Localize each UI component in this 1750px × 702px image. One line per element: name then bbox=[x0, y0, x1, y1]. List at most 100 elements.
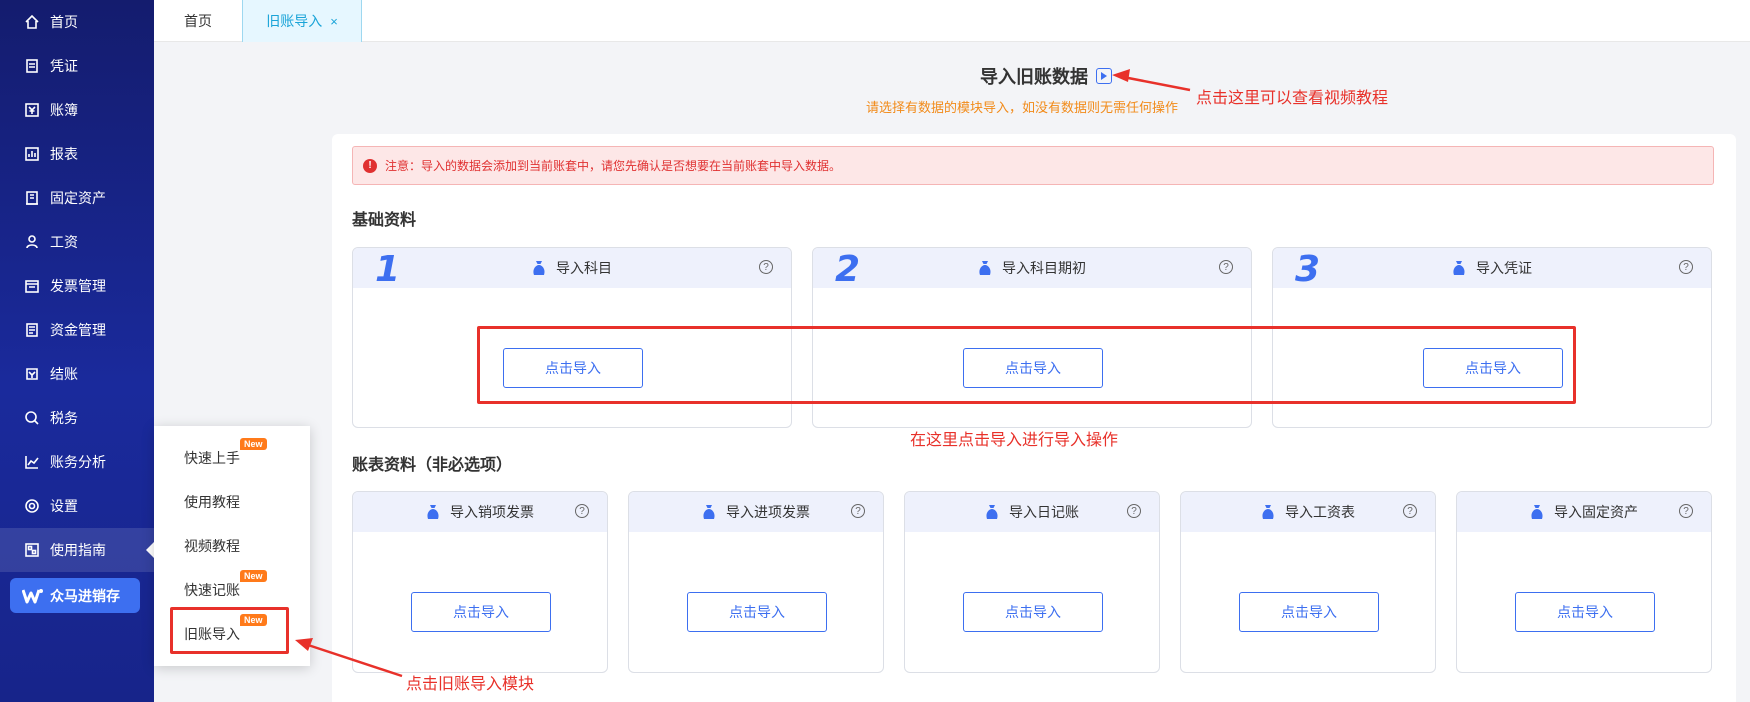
sidebar-item-label: 使用指南 bbox=[50, 542, 106, 558]
voucher-icon bbox=[24, 58, 40, 74]
arrow-to-video-icon bbox=[1112, 69, 1191, 92]
card-header: 导入工资表 ? bbox=[1181, 492, 1435, 532]
tab-bar: 首页 旧账导入 × bbox=[154, 0, 1750, 42]
money-bag-icon bbox=[979, 261, 991, 275]
card-import-sales-invoices: 导入销项发票 ? 点击导入 bbox=[352, 491, 608, 673]
closing-icon bbox=[24, 366, 40, 382]
sidebar-item-ledger[interactable]: 账簿 bbox=[0, 88, 154, 132]
warning-icon: ! bbox=[363, 158, 377, 173]
guide-menu-label: 使用教程 bbox=[184, 494, 240, 510]
card-title: 导入销项发票 bbox=[450, 504, 534, 520]
import-button[interactable]: 点击导入 bbox=[1239, 592, 1379, 632]
tab-old-account-import[interactable]: 旧账导入 × bbox=[242, 0, 362, 42]
section-title-basic: 基础资料 bbox=[352, 212, 417, 229]
sidebar-item-label: 凭证 bbox=[50, 58, 78, 74]
help-icon[interactable]: ? bbox=[1219, 260, 1233, 274]
close-icon[interactable]: × bbox=[330, 14, 338, 29]
sidebar: 首页 凭证 账簿 报表 固定资产 工资 发票管理 资金管理 结账 税务 账务分析 bbox=[0, 0, 154, 702]
help-icon[interactable]: ? bbox=[851, 504, 865, 518]
sidebar-item-label: 税务 bbox=[50, 410, 78, 426]
card-header: 导入日记账 ? bbox=[905, 492, 1159, 532]
card-title: 导入进项发票 bbox=[726, 504, 810, 520]
report-icon bbox=[24, 146, 40, 162]
card-import-payroll: 导入工资表 ? 点击导入 bbox=[1180, 491, 1436, 673]
sidebar-item-report[interactable]: 报表 bbox=[0, 132, 154, 176]
salary-icon bbox=[24, 234, 40, 250]
help-icon[interactable]: ? bbox=[1127, 504, 1141, 518]
tax-icon bbox=[24, 410, 40, 426]
tab-active-label: 旧账导入 bbox=[266, 13, 323, 29]
sidebar-item-guide[interactable]: 使用指南 bbox=[0, 528, 154, 572]
import-button[interactable]: 点击导入 bbox=[411, 592, 551, 632]
help-icon[interactable]: ? bbox=[575, 504, 589, 518]
step-number: 2 bbox=[835, 249, 861, 290]
sidebar-item-label: 工资 bbox=[50, 234, 78, 250]
money-bag-icon bbox=[1531, 505, 1543, 519]
sidebar-item-fund[interactable]: 资金管理 bbox=[0, 308, 154, 352]
import-button[interactable]: 点击导入 bbox=[687, 592, 827, 632]
sidebar-item-asset[interactable]: 固定资产 bbox=[0, 176, 154, 220]
help-icon[interactable]: ? bbox=[1679, 260, 1693, 274]
import-button[interactable]: 点击导入 bbox=[1515, 592, 1655, 632]
home-icon bbox=[24, 14, 40, 30]
sidebar-item-voucher[interactable]: 凭证 bbox=[0, 44, 154, 88]
ledger-icon bbox=[24, 102, 40, 118]
money-bag-icon bbox=[427, 505, 439, 519]
card-header: 3 导入凭证 ? bbox=[1273, 248, 1711, 290]
money-bag-icon bbox=[533, 261, 545, 275]
annotation-module-hint: 点击旧账导入模块 bbox=[406, 676, 535, 693]
section-title-optional: 账表资料（非必选项） bbox=[352, 457, 513, 474]
guide-menu-quick-start[interactable]: 快速上手 New bbox=[154, 436, 310, 480]
guide-menu-label: 快速上手 bbox=[184, 450, 240, 466]
sidebar-item-salary[interactable]: 工资 bbox=[0, 220, 154, 264]
guide-menu-quick-booking[interactable]: 快速记账 New bbox=[154, 568, 310, 612]
sidebar-item-label: 账务分析 bbox=[50, 454, 106, 470]
sidebar-item-label: 固定资产 bbox=[50, 190, 106, 206]
annotation-old-import-box bbox=[170, 607, 289, 654]
sidebar-item-tax[interactable]: 税务 bbox=[0, 396, 154, 440]
sidebar-item-label: 设置 bbox=[50, 498, 78, 514]
card-header: 2 导入科目期初 ? bbox=[813, 248, 1251, 290]
step-number: 1 bbox=[375, 249, 401, 290]
sidebar-item-home[interactable]: 首页 bbox=[0, 0, 154, 44]
tab-home[interactable]: 首页 bbox=[154, 0, 242, 42]
card-header: 导入固定资产 ? bbox=[1457, 492, 1711, 532]
sidebar-item-label: 报表 bbox=[50, 146, 78, 162]
sidebar-item-settings[interactable]: 设置 bbox=[0, 484, 154, 528]
zhongma-erp-button[interactable]: 众马进销存 bbox=[10, 578, 140, 613]
sidebar-item-invoice[interactable]: 发票管理 bbox=[0, 264, 154, 308]
new-badge: New bbox=[240, 570, 267, 582]
step-number: 3 bbox=[1295, 249, 1321, 290]
page-subtitle: 请选择有数据的模块导入，如没有数据则无需任何操作 bbox=[866, 100, 1179, 115]
card-title: 导入固定资产 bbox=[1554, 504, 1638, 520]
sidebar-item-label: 发票管理 bbox=[50, 278, 106, 294]
sidebar-item-analysis[interactable]: 账务分析 bbox=[0, 440, 154, 484]
sidebar-item-label: 账簿 bbox=[50, 102, 78, 118]
warning-alert: ! 注意：导入的数据会添加到当前账套中，请您先确认是否想要在当前账套中导入数据。 bbox=[352, 146, 1714, 185]
asset-icon bbox=[24, 190, 40, 206]
import-button[interactable]: 点击导入 bbox=[963, 592, 1103, 632]
help-icon[interactable]: ? bbox=[1403, 504, 1417, 518]
guide-menu-label: 视频教程 bbox=[184, 538, 240, 554]
card-import-journal: 导入日记账 ? 点击导入 bbox=[904, 491, 1160, 673]
sidebar-item-closing[interactable]: 结账 bbox=[0, 352, 154, 396]
guide-menu-label: 快速记账 bbox=[184, 582, 240, 598]
card-title: 导入凭证 bbox=[1476, 260, 1532, 276]
video-play-icon[interactable] bbox=[1096, 68, 1112, 84]
annotation-import-hint: 在这里点击导入进行导入操作 bbox=[910, 432, 1119, 449]
guide-menu-video-tutorial[interactable]: 视频教程 bbox=[154, 524, 310, 568]
money-bag-icon bbox=[703, 505, 715, 519]
annotation-import-buttons-box bbox=[477, 326, 1576, 404]
fund-icon bbox=[24, 322, 40, 338]
card-title: 导入日记账 bbox=[1009, 504, 1079, 520]
zhongma-erp-label: 众马进销存 bbox=[50, 587, 120, 604]
guide-menu-tutorial[interactable]: 使用教程 bbox=[154, 480, 310, 524]
help-icon[interactable]: ? bbox=[759, 260, 773, 274]
tab-home-label: 首页 bbox=[184, 13, 212, 29]
annotation-video-hint: 点击这里可以查看视频教程 bbox=[1196, 90, 1389, 107]
card-header: 导入进项发票 ? bbox=[629, 492, 883, 532]
new-badge: New bbox=[240, 438, 267, 450]
money-bag-icon bbox=[986, 505, 998, 519]
help-icon[interactable]: ? bbox=[1679, 504, 1693, 518]
sidebar-item-label: 资金管理 bbox=[50, 322, 106, 338]
